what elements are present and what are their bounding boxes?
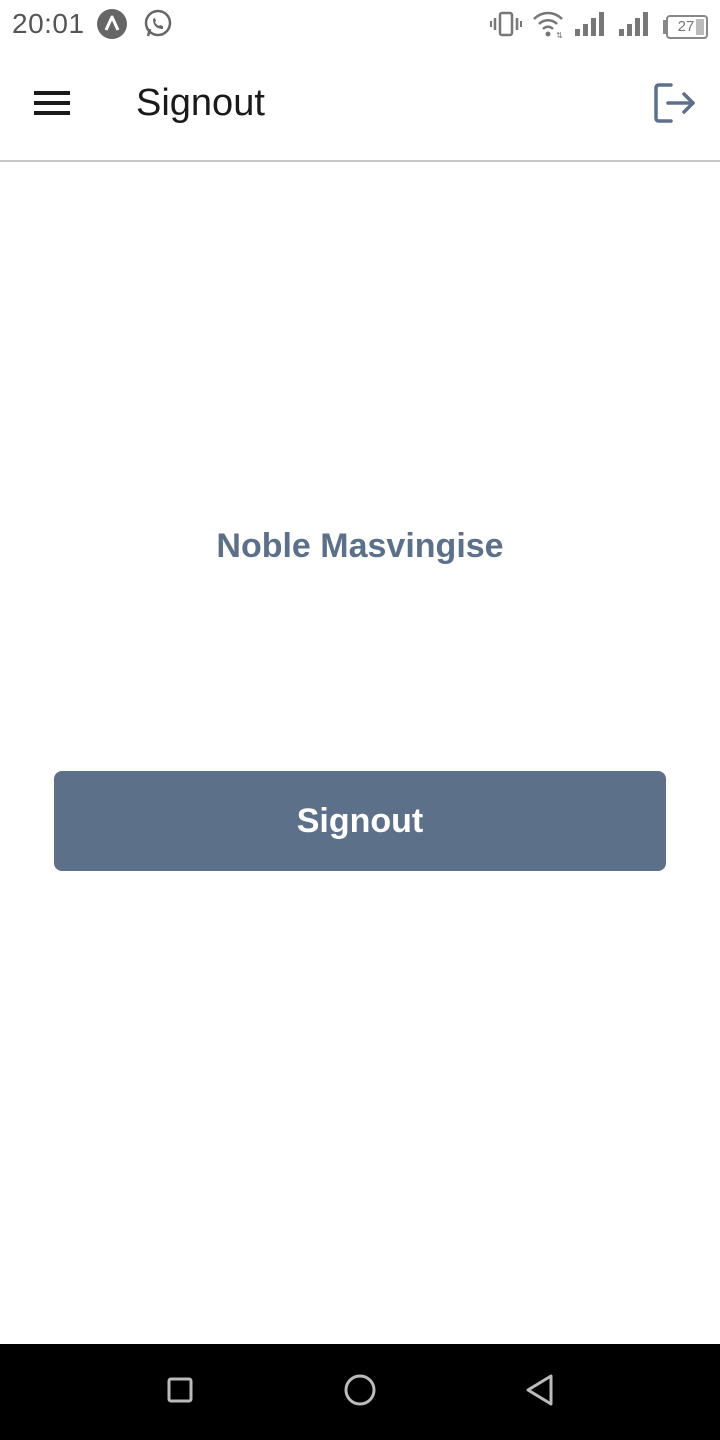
back-triangle-icon <box>524 1373 556 1412</box>
status-time: 20:01 <box>12 8 85 39</box>
signout-button[interactable]: Signout <box>54 771 666 871</box>
status-bar: 20:01 ⇅ 27 <box>0 0 720 50</box>
user-name: Noble Masvingise <box>216 527 504 565</box>
home-circle-icon <box>343 1373 377 1412</box>
status-notification-icons <box>96 8 174 45</box>
vibrate-icon <box>490 10 522 43</box>
whatsapp-icon <box>142 8 174 45</box>
page-title: Signout <box>136 82 265 124</box>
signal-icon <box>618 11 652 42</box>
menu-button[interactable] <box>22 75 82 135</box>
logout-icon <box>653 81 697 130</box>
screen: 20:01 ⇅ 27 Signout Noble Masvingise Sign… <box>0 0 720 1440</box>
status-system-icons: ⇅ 27 <box>490 10 708 43</box>
logout-button[interactable] <box>648 78 702 132</box>
back-button[interactable] <box>516 1368 564 1416</box>
autofill-icon <box>96 8 128 45</box>
wifi-icon: ⇅ <box>532 10 564 43</box>
svg-text:⇅: ⇅ <box>556 31 563 38</box>
signal-icon <box>574 11 608 42</box>
home-button[interactable] <box>336 1368 384 1416</box>
app-bar: Signout <box>0 50 720 162</box>
navigation-bar <box>0 1344 720 1440</box>
hamburger-menu-icon <box>32 88 72 123</box>
recents-square-icon <box>166 1376 194 1409</box>
recents-button[interactable] <box>156 1368 204 1416</box>
battery-icon: 27 <box>662 14 708 39</box>
battery-level: 27 <box>677 18 695 35</box>
